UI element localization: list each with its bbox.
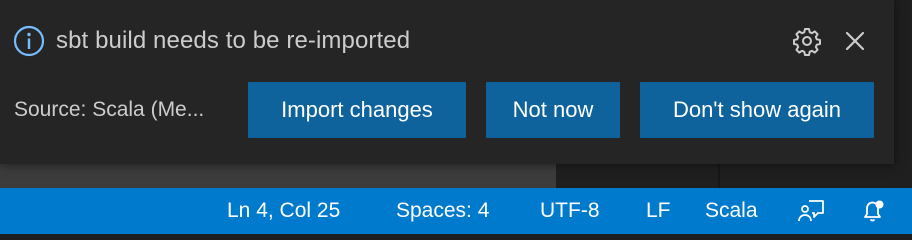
status-indentation[interactable]: Spaces: 4: [396, 188, 489, 234]
status-eol[interactable]: LF: [646, 188, 671, 234]
status-bar: Ln 4, Col 25 Spaces: 4 UTF-8 LF Scala: [0, 188, 912, 234]
status-language-mode[interactable]: Scala: [705, 188, 758, 234]
status-cursor-position[interactable]: Ln 4, Col 25: [227, 188, 340, 234]
status-encoding[interactable]: UTF-8: [540, 188, 600, 234]
info-icon: [12, 24, 46, 58]
notification-actions: [790, 22, 872, 60]
feedback-icon[interactable]: [796, 188, 828, 234]
notification-message: sbt build needs to be re-imported: [56, 27, 411, 54]
close-icon[interactable]: [838, 24, 872, 58]
bell-icon[interactable]: [858, 188, 888, 234]
notification-source: Source: Scala (Me...: [14, 98, 205, 121]
notification-header: sbt build needs to be re-imported: [12, 22, 410, 60]
dont-show-again-button[interactable]: Don't show again: [640, 82, 874, 138]
notification-toast: sbt build needs to be re-imported Source…: [0, 0, 894, 164]
not-now-button[interactable]: Not now: [486, 82, 620, 138]
gear-icon[interactable]: [790, 24, 824, 58]
import-changes-button[interactable]: Import changes: [248, 82, 466, 138]
notification-footer: Source: Scala (Me... Import changes Not …: [14, 82, 874, 138]
